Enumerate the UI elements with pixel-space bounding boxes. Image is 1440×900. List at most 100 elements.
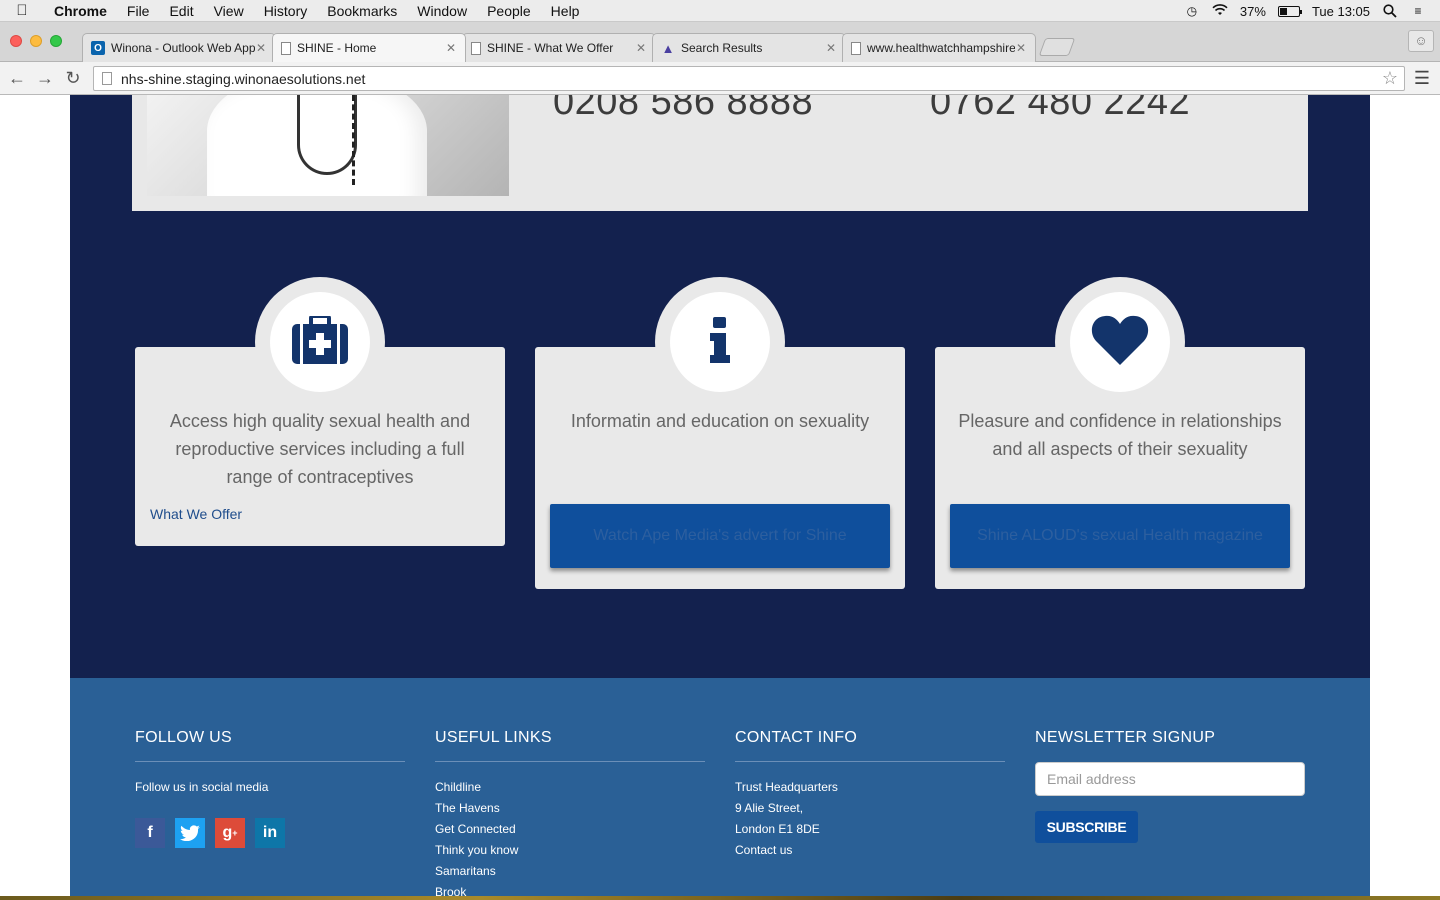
apple-icon[interactable]:  — [0, 2, 44, 19]
menu-view[interactable]: View — [204, 0, 254, 22]
bookmark-star-icon[interactable]: ☆ — [1382, 68, 1398, 89]
twitter-icon[interactable] — [175, 818, 205, 848]
google-plus-icon[interactable]: g + — [215, 818, 245, 848]
wifi-icon[interactable] — [1212, 4, 1228, 18]
url-text[interactable]: nhs-shine.staging.winonaesolutions.net — [121, 71, 365, 87]
time-machine-icon[interactable]: ◷ — [1184, 4, 1200, 18]
feature-card-services: Access high quality sexual health and re… — [135, 277, 505, 546]
menu-app-chrome[interactable]: Chrome — [44, 0, 117, 22]
footer-follow-us: FOLLOW US Follow us in social media f g +… — [135, 678, 405, 848]
footer-divider — [135, 761, 405, 762]
services-section: 0208 586 8888 0762 480 2242 Access high … — [70, 95, 1370, 678]
close-tab-icon[interactable]: ✕ — [255, 41, 267, 55]
page-icon — [471, 41, 481, 55]
tab-title: Search Results — [681, 41, 763, 55]
menu-people[interactable]: People — [477, 0, 541, 22]
page-icon — [851, 41, 861, 55]
chrome-menu-icon[interactable]: ☰ — [1414, 68, 1430, 89]
footer-heading: NEWSLETTER SIGNUP — [1035, 729, 1216, 746]
desktop-edge — [0, 896, 1440, 900]
tab-title: www.healthwatchhampshire — [867, 41, 1015, 55]
new-tab-button[interactable] — [1038, 38, 1076, 56]
close-tab-icon[interactable]: ✕ — [635, 41, 647, 55]
tab-shine-home[interactable]: SHINE - Home ✕ — [272, 33, 466, 62]
tab-outlook[interactable]: O Winona - Outlook Web App ✕ — [82, 33, 276, 62]
back-arrow-icon[interactable]: ← — [6, 67, 28, 89]
menu-history[interactable]: History — [254, 0, 318, 22]
footer-link-the-havens[interactable]: The Havens — [435, 798, 705, 819]
feature-card-relationships: Pleasure and confidence in relationships… — [935, 277, 1305, 589]
watch-advert-button[interactable]: Watch Ape Media's advert for Shine — [550, 504, 890, 568]
follow-text: Follow us in social media — [135, 780, 269, 794]
linkedin-icon[interactable]: in — [255, 818, 285, 848]
footer-link-childline[interactable]: Childline — [435, 777, 705, 798]
doctor-photo — [147, 95, 509, 196]
notification-center-icon[interactable]: ≡ — [1410, 4, 1426, 18]
address-bar[interactable]: nhs-shine.staging.winonaesolutions.net ☆ — [93, 66, 1405, 91]
footer-heading: FOLLOW US — [135, 729, 232, 746]
browser-tab-strip: O Winona - Outlook Web App ✕ SHINE - Hom… — [0, 22, 1440, 62]
site-footer: FOLLOW US Follow us in social media f g +… — [70, 678, 1370, 900]
page-viewport: 0208 586 8888 0762 480 2242 Access high … — [0, 95, 1440, 900]
clock[interactable]: Tue 13:05 — [1312, 4, 1370, 19]
close-tab-icon[interactable]: ✕ — [1015, 41, 1027, 55]
heart-icon — [1091, 315, 1149, 370]
email-field[interactable]: Email address — [1035, 762, 1305, 796]
social-links: f g + in — [135, 818, 405, 848]
menu-help[interactable]: Help — [541, 0, 590, 22]
battery-icon[interactable] — [1277, 5, 1302, 17]
tab-title: SHINE - Home — [297, 41, 377, 55]
magazine-button[interactable]: Shine ALOUD's sexual Health magazine — [950, 504, 1290, 568]
what-we-offer-link[interactable]: What We Offer — [150, 506, 242, 522]
contact-us-link[interactable]: Contact us — [735, 840, 1005, 861]
spotlight-search-icon[interactable] — [1382, 4, 1398, 18]
feature-description: Access high quality sexual health and re… — [169, 411, 471, 487]
close-tab-icon[interactable]: ✕ — [825, 41, 837, 55]
battery-percent: 37% — [1239, 3, 1266, 19]
footer-divider — [735, 761, 1005, 762]
browser-toolbar: ← → ↻ nhs-shine.staging.winonaesolutions… — [0, 62, 1440, 95]
footer-useful-links: USEFUL LINKS Childline The Havens Get Co… — [435, 678, 705, 900]
window-controls — [10, 35, 62, 47]
address-line: London E1 8DE — [735, 822, 820, 836]
forward-arrow-icon[interactable]: → — [34, 67, 56, 89]
close-tab-icon[interactable]: ✕ — [445, 41, 457, 55]
reload-icon[interactable]: ↻ — [62, 67, 84, 89]
footer-divider — [435, 761, 705, 762]
menu-bookmarks[interactable]: Bookmarks — [317, 0, 407, 22]
footer-link-get-connected[interactable]: Get Connected — [435, 819, 705, 840]
close-window-button[interactable] — [10, 35, 22, 47]
page-icon — [102, 72, 112, 85]
zoom-window-button[interactable] — [50, 35, 62, 47]
footer-heading: USEFUL LINKS — [435, 729, 552, 746]
menu-edit[interactable]: Edit — [159, 0, 203, 22]
footer-link-think-you-know[interactable]: Think you know — [435, 840, 705, 861]
minimize-window-button[interactable] — [30, 35, 42, 47]
profile-icon[interactable]: ☺ — [1408, 30, 1434, 52]
status-area: ◷ 37% Tue 13:05 ≡ — [1184, 0, 1440, 22]
footer-contact-info: CONTACT INFO Trust Headquarters 9 Alie S… — [735, 678, 1005, 861]
tab-search-results[interactable]: ▲ Search Results ✕ — [652, 33, 846, 62]
feature-description: Informatin and education on sexuality — [570, 411, 870, 431]
tab-shine-what-we-offer[interactable]: SHINE - What We Offer ✕ — [462, 33, 656, 62]
feature-description: Pleasure and confidence in relationships… — [958, 411, 1282, 459]
feature-card-information: Informatin and education on sexuality Wa… — [535, 277, 905, 589]
menu-file[interactable]: File — [117, 0, 160, 22]
macos-menu-bar:  Chrome File Edit View History Bookmark… — [0, 0, 1440, 22]
footer-heading: CONTACT INFO — [735, 729, 858, 746]
page-icon — [281, 41, 291, 55]
address-line: 9 Alie Street, — [735, 801, 804, 815]
facebook-icon[interactable]: f — [135, 818, 165, 848]
footer-newsletter: NEWSLETTER SIGNUP Email address SUBSCRIB… — [1035, 678, 1305, 843]
info-icon — [708, 316, 732, 368]
tab-title: Winona - Outlook Web App — [111, 41, 255, 55]
feature-badge — [255, 277, 385, 407]
tab-list: O Winona - Outlook Web App ✕ SHINE - Hom… — [82, 33, 1076, 62]
menu-window[interactable]: Window — [407, 0, 477, 22]
phone-number-primary[interactable]: 0208 586 8888 — [553, 95, 813, 124]
footer-link-samaritans[interactable]: Samaritans — [435, 861, 705, 882]
outlook-icon: O — [91, 41, 105, 55]
phone-number-secondary[interactable]: 0762 480 2242 — [930, 95, 1190, 124]
subscribe-button[interactable]: SUBSCRIBE — [1035, 811, 1138, 843]
tab-healthwatch[interactable]: www.healthwatchhampshire ✕ — [842, 33, 1036, 62]
